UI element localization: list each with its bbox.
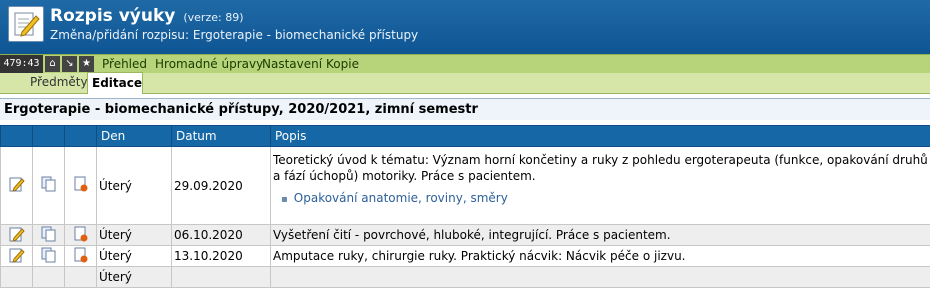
page-title: Ergoterapie - biomechanické přístupy, 20…: [0, 98, 930, 120]
cell-den: Úterý: [97, 267, 172, 288]
copy-icon[interactable]: [41, 247, 57, 266]
column-header-den: Den: [97, 126, 172, 147]
cell-datum: 13.10.2020: [172, 246, 271, 267]
cell-den: Úterý: [97, 225, 172, 246]
column-header-edit: [1, 126, 33, 147]
cell-popis: Teoretický úvod k tématu: Význam horní k…: [271, 147, 930, 225]
table-row: Úterý 13.10.2020 Amputace ruky, chirurgi…: [1, 246, 930, 267]
arrow-icon[interactable]: ↘: [62, 56, 77, 72]
edit-icon[interactable]: [9, 226, 25, 245]
delete-icon[interactable]: [73, 176, 89, 195]
app-version: (verze: 89): [183, 11, 243, 24]
column-header-datum: Datum: [172, 126, 271, 147]
cell-den: Úterý: [97, 147, 172, 225]
delete-cell[interactable]: [65, 147, 97, 225]
schedule-table: Den Datum Popis Úterý 29.09.2020 Teoreti…: [0, 125, 930, 288]
copy-cell[interactable]: [33, 225, 65, 246]
sub-topic-list: Opakování anatomie, roviny, směry: [273, 190, 928, 208]
copy-cell[interactable]: [33, 147, 65, 225]
copy-cell[interactable]: [33, 267, 65, 288]
edit-cell[interactable]: [1, 267, 33, 288]
app-subtitle: Změna/přidání rozpisu: Ergoterapie - bio…: [50, 28, 418, 42]
column-header-popis: Popis: [271, 126, 930, 147]
menu-item-nastaveni[interactable]: Nastavení: [262, 55, 322, 73]
edit-cell[interactable]: [1, 147, 33, 225]
menu-item-prehled[interactable]: Přehled: [102, 55, 147, 73]
edit-icon[interactable]: [9, 247, 25, 266]
delete-cell[interactable]: [65, 246, 97, 267]
copy-icon[interactable]: [41, 176, 57, 195]
menu-bar: 479:43 ⌂ ↘ ★ Přehled Hromadné úpravy Nas…: [0, 54, 930, 74]
copy-icon[interactable]: [41, 226, 57, 245]
edit-document-icon: [8, 6, 44, 42]
cell-popis: Vyšetření čití - povrchové, hluboké, int…: [271, 225, 930, 246]
cell-popis: Amputace ruky, chirurgie ruky. Praktický…: [271, 246, 930, 267]
edit-cell[interactable]: [1, 246, 33, 267]
session-timer: 479:43: [0, 55, 43, 73]
tab-bar: Předměty Editace: [0, 73, 930, 94]
menu-item-hromadne-upravy[interactable]: Hromadné úpravy: [155, 55, 263, 73]
column-header-delete: [65, 126, 97, 147]
table-row: Úterý: [1, 267, 930, 288]
delete-icon[interactable]: [73, 247, 89, 266]
delete-cell[interactable]: [65, 225, 97, 246]
tab-predmety[interactable]: Předměty: [26, 73, 92, 92]
column-header-copy: [33, 126, 65, 147]
table-row: Úterý 06.10.2020 Vyšetření čití - povrch…: [1, 225, 930, 246]
cell-datum: [172, 267, 271, 288]
sub-topic-link[interactable]: Opakování anatomie, roviny, směry: [281, 190, 928, 208]
menu-item-kopie[interactable]: Kopie: [326, 55, 359, 73]
cell-datum: 29.09.2020: [172, 147, 271, 225]
home-icon[interactable]: ⌂: [45, 56, 60, 72]
app-header: Rozpis výuky (verze: 89) Změna/přidání ro…: [0, 0, 930, 54]
table-row: Úterý 29.09.2020 Teoretický úvod k témat…: [1, 147, 930, 225]
tab-editace[interactable]: Editace: [87, 72, 143, 94]
copy-cell[interactable]: [33, 246, 65, 267]
edit-icon[interactable]: [9, 176, 25, 195]
cell-datum: 06.10.2020: [172, 225, 271, 246]
edit-cell[interactable]: [1, 225, 33, 246]
star-icon[interactable]: ★: [79, 56, 94, 72]
app-title-text: Rozpis výuky: [50, 6, 175, 26]
delete-cell[interactable]: [65, 267, 97, 288]
cell-popis: [271, 267, 930, 288]
table-header-row: Den Datum Popis: [1, 126, 930, 147]
popis-text: Teoretický úvod k tématu: Význam horní k…: [273, 152, 928, 184]
delete-icon[interactable]: [73, 226, 89, 245]
cell-den: Úterý: [97, 246, 172, 267]
app-title: Rozpis výuky (verze: 89): [50, 6, 243, 26]
